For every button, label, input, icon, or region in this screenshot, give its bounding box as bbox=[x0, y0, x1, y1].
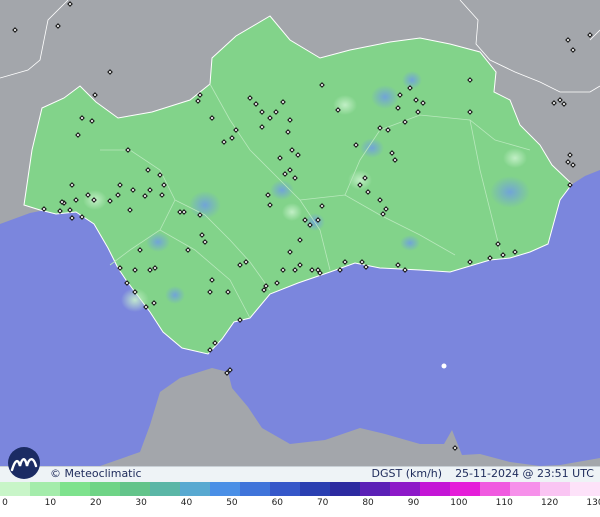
meteoclimatic-logo bbox=[4, 446, 48, 480]
legend-tick-label: 100 bbox=[450, 498, 468, 508]
legend-tick-label: 30 bbox=[135, 498, 147, 508]
copyright-icon: © bbox=[50, 467, 61, 480]
legend-swatch bbox=[60, 482, 90, 496]
brand-name: © Meteoclimatic bbox=[50, 467, 142, 480]
map-caption: DGST (km/h) 25-11-2024 @ 23:51 UTC bbox=[372, 467, 594, 480]
wind-gust-map bbox=[0, 0, 600, 484]
datetime-label: 25-11-2024 @ 23:51 UTC bbox=[455, 467, 594, 480]
legend-tick-label: 70 bbox=[316, 498, 329, 508]
legend-tick-label: 0 bbox=[2, 498, 8, 508]
legend-tick-label: 130 bbox=[586, 498, 600, 508]
legend-swatch bbox=[30, 482, 60, 496]
legend-color-bar bbox=[0, 482, 600, 496]
legend-swatch bbox=[0, 482, 30, 496]
legend-swatch bbox=[420, 482, 450, 496]
legend-swatch bbox=[360, 482, 390, 496]
legend-tick-label: 20 bbox=[90, 498, 102, 508]
legend-tick-label: 120 bbox=[541, 498, 559, 508]
brand-label: Meteoclimatic bbox=[64, 467, 142, 480]
legend-tick-label: 60 bbox=[271, 498, 284, 508]
legend-swatch bbox=[570, 482, 600, 496]
legend-tick-label: 10 bbox=[44, 498, 57, 508]
legend-tick-label: 40 bbox=[180, 498, 193, 508]
legend-swatch bbox=[240, 482, 270, 496]
legend-tick-label: 50 bbox=[226, 498, 238, 508]
legend-swatch bbox=[480, 482, 510, 496]
color-legend: 0 10 20 30 40 50 60 70 80 90 100 110 120 130 bbox=[0, 482, 600, 517]
legend-swatch bbox=[330, 482, 360, 496]
variable-label: DGST (km/h) bbox=[371, 467, 443, 480]
legend-swatch bbox=[450, 482, 480, 496]
legend-swatch bbox=[390, 482, 420, 496]
legend-tick-label: 80 bbox=[362, 498, 374, 508]
legend-swatch bbox=[120, 482, 150, 496]
legend-swatch bbox=[180, 482, 210, 496]
alboran-island bbox=[441, 363, 447, 369]
legend-swatch bbox=[150, 482, 180, 496]
legend-swatch bbox=[300, 482, 330, 496]
legend-swatch bbox=[270, 482, 300, 496]
legend-swatch bbox=[210, 482, 240, 496]
legend-tick-label: 90 bbox=[407, 498, 420, 508]
legend-swatch bbox=[510, 482, 540, 496]
legend-swatch bbox=[540, 482, 570, 496]
legend-swatch bbox=[90, 482, 120, 496]
legend-tick-label: 110 bbox=[495, 498, 513, 508]
